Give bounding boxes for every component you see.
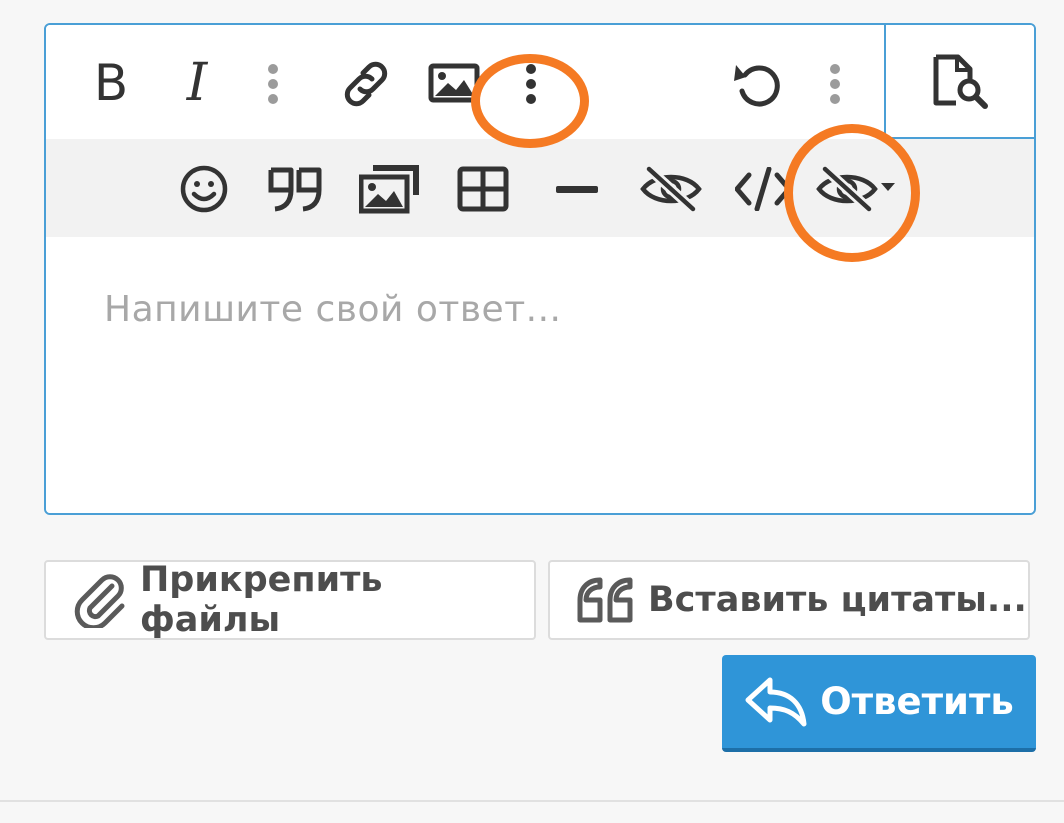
editor-content-area[interactable]: Напишите свой ответ... — [46, 237, 1034, 513]
quote-open-icon — [574, 576, 636, 624]
link-icon — [344, 61, 388, 107]
insert-quotes-button[interactable]: Вставить цитаты... — [548, 560, 1030, 640]
spoiler-button[interactable] — [638, 163, 704, 215]
minus-icon — [556, 186, 598, 193]
table-icon — [457, 166, 509, 212]
eye-slash-icon — [640, 165, 702, 213]
quote-icon — [268, 167, 322, 212]
code-button[interactable] — [734, 163, 794, 215]
attach-files-label: Прикрепить файлы — [140, 560, 383, 640]
undo-button[interactable] — [730, 59, 786, 111]
attach-files-button[interactable]: Прикрепить файлы — [44, 560, 536, 640]
paperclip-icon — [70, 572, 128, 628]
smiley-icon — [180, 165, 228, 213]
bottom-divider — [0, 800, 1064, 802]
vertical-ellipsis-icon — [830, 64, 840, 104]
preview-button[interactable] — [884, 25, 1034, 139]
image-icon — [428, 63, 480, 103]
link-button[interactable] — [338, 59, 394, 109]
more-options-button[interactable] — [820, 61, 850, 107]
italic-button[interactable]: I — [172, 53, 222, 113]
file-search-icon — [933, 54, 988, 109]
reply-icon — [744, 674, 810, 730]
image-button[interactable] — [426, 61, 482, 105]
gallery-icon — [359, 165, 419, 214]
more-insert-button[interactable] — [516, 61, 546, 107]
rich-text-editor: B I Напишите свой ответ... — [44, 23, 1036, 515]
bold-button[interactable]: B — [86, 54, 136, 112]
editor-placeholder: Напишите свой ответ... — [104, 289, 562, 330]
table-button[interactable] — [456, 163, 510, 215]
hide-dropdown-button[interactable] — [814, 163, 898, 215]
reply-button[interactable]: Ответить — [722, 655, 1036, 752]
bold-icon: B — [93, 54, 129, 112]
secondary-toolbar — [46, 139, 1034, 237]
undo-icon — [734, 65, 780, 107]
italic-icon: I — [186, 53, 208, 113]
insert-quotes-label: Вставить цитаты... — [648, 580, 1027, 620]
emoji-button[interactable] — [178, 163, 230, 215]
eye-slash-dropdown-icon — [816, 165, 895, 213]
vertical-ellipsis-icon — [526, 64, 536, 104]
horizontal-rule-button[interactable] — [554, 175, 600, 205]
vertical-ellipsis-icon — [268, 64, 278, 104]
reply-label: Ответить — [820, 680, 1014, 723]
code-icon — [735, 167, 792, 211]
quote-button[interactable] — [266, 163, 326, 215]
more-text-button[interactable] — [258, 61, 288, 107]
gallery-button[interactable] — [358, 159, 424, 217]
